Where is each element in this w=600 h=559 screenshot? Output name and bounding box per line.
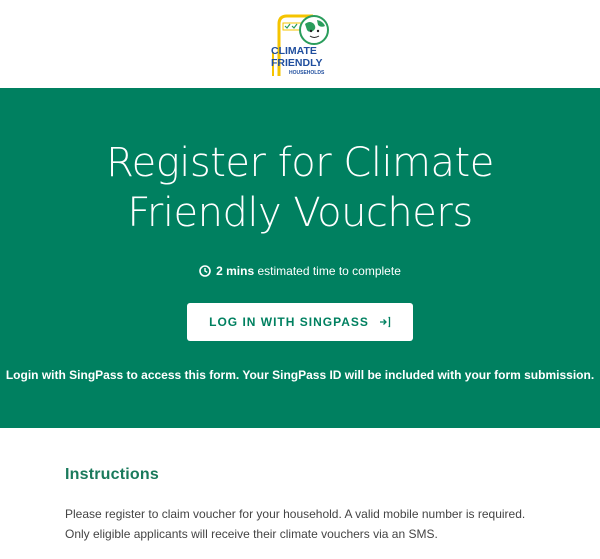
instructions-heading: Instructions xyxy=(65,466,159,483)
page-title-line1: Register for Climate xyxy=(106,140,494,186)
login-note: Login with SingPass to access this form.… xyxy=(5,368,595,382)
login-with-singpass-button[interactable]: LOG IN WITH SINGPASS xyxy=(187,303,413,341)
logo-line2: FRIENDLY xyxy=(271,57,323,69)
climate-friendly-households-logo: CLIMATE FRIENDLY HOUSEHOLDS xyxy=(271,14,329,76)
clock-icon xyxy=(199,265,211,277)
logo-line3: HOUSEHOLDS xyxy=(289,70,325,76)
page-header: CLIMATE FRIENDLY HOUSEHOLDS xyxy=(0,0,600,88)
instructions-line2: Only eligible applicants will receive th… xyxy=(65,527,438,541)
login-arrow-icon xyxy=(379,316,391,328)
estimated-time-value: 2 mins xyxy=(216,264,255,278)
page-title-line2: Friendly Vouchers xyxy=(127,190,473,236)
estimated-time: 2 mins estimated time to complete xyxy=(0,264,600,278)
hero-banner: Register for Climate Friendly Vouchers 2… xyxy=(0,88,600,428)
logo-line1: CLIMATE xyxy=(271,45,317,57)
estimated-time-label: estimated time to complete xyxy=(257,264,401,278)
instructions-section: Instructions Please register to claim vo… xyxy=(65,466,545,544)
instructions-line1: Please register to claim voucher for you… xyxy=(65,507,526,521)
page-title: Register for Climate Friendly Vouchers xyxy=(0,138,600,238)
login-button-label: LOG IN WITH SINGPASS xyxy=(209,315,369,329)
